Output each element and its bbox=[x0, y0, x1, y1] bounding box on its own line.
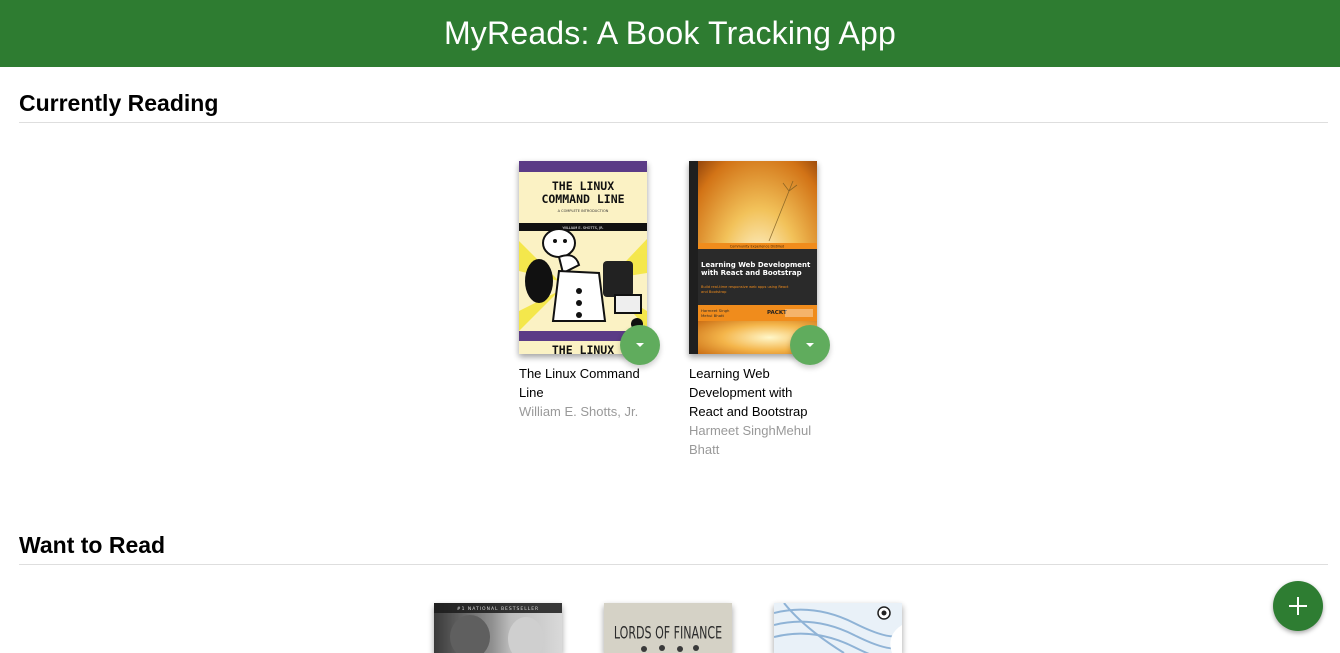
caret-down-icon bbox=[636, 343, 644, 347]
cover-subtitle: A COMPLETE INTRODUCTION bbox=[558, 209, 609, 213]
cover-title1: Learning Web Development bbox=[701, 261, 811, 269]
shelf-books: THE LINUX COMMAND LINE A COMPLETE INTROD… bbox=[0, 161, 1340, 457]
app-header: MyReads: A Book Tracking App bbox=[0, 0, 1340, 67]
cover-top-text: #1 NATIONAL BESTSELLER bbox=[457, 606, 539, 612]
shelf-changer-button[interactable] bbox=[790, 325, 830, 365]
shelf-changer-button[interactable] bbox=[620, 325, 660, 365]
cover-author: WILLIAM E. SHOTTS, JR. bbox=[562, 226, 603, 230]
book-title: Learning Web Development with React and … bbox=[689, 366, 808, 419]
cover-title2: with React and Bootstrap bbox=[701, 269, 802, 277]
add-book-button[interactable] bbox=[1273, 581, 1323, 631]
cover-bottom-text: THE LINUX bbox=[552, 343, 614, 354]
shelf-title: Currently Reading bbox=[19, 90, 1328, 123]
plus-icon bbox=[1289, 597, 1307, 615]
book-cover[interactable]: THE LINUX COMMAND LINE A COMPLETE INTROD… bbox=[519, 161, 647, 354]
cover-tag1: Build real-time responsive web apps usin… bbox=[701, 285, 789, 289]
book-cover[interactable] bbox=[774, 603, 902, 653]
caret-down-icon bbox=[806, 343, 814, 347]
cover-author2: Mehul Bhatt bbox=[701, 313, 725, 318]
cover-line1: THE LINUX bbox=[552, 179, 614, 193]
book-title: The Linux Command Line bbox=[519, 366, 640, 400]
shelf-books: #1 NATIONAL BESTSELLER LORDS OF FINANCE bbox=[0, 603, 1340, 653]
book-cover[interactable]: LORDS OF FINANCE bbox=[604, 603, 732, 653]
book-authors: Harmeet SinghMehul Bhatt bbox=[689, 423, 812, 457]
cover-banner: Community Experience Distilled bbox=[730, 245, 784, 249]
cover-tag2: and Bootstrap bbox=[701, 290, 727, 294]
cover-line2: COMMAND LINE bbox=[541, 192, 624, 206]
book-cover[interactable]: Community Experience Distilled Learning … bbox=[689, 161, 817, 354]
shelf-title: Want to Read bbox=[19, 532, 1328, 565]
cover-top-text: LORDS OF FINANCE bbox=[614, 623, 722, 644]
book-cover[interactable]: #1 NATIONAL BESTSELLER bbox=[434, 603, 562, 653]
app-title: MyReads: A Book Tracking App bbox=[443, 15, 897, 51]
cover-publisher: PACKT bbox=[767, 310, 787, 316]
book-authors: William E. Shotts, Jr. bbox=[519, 404, 639, 419]
